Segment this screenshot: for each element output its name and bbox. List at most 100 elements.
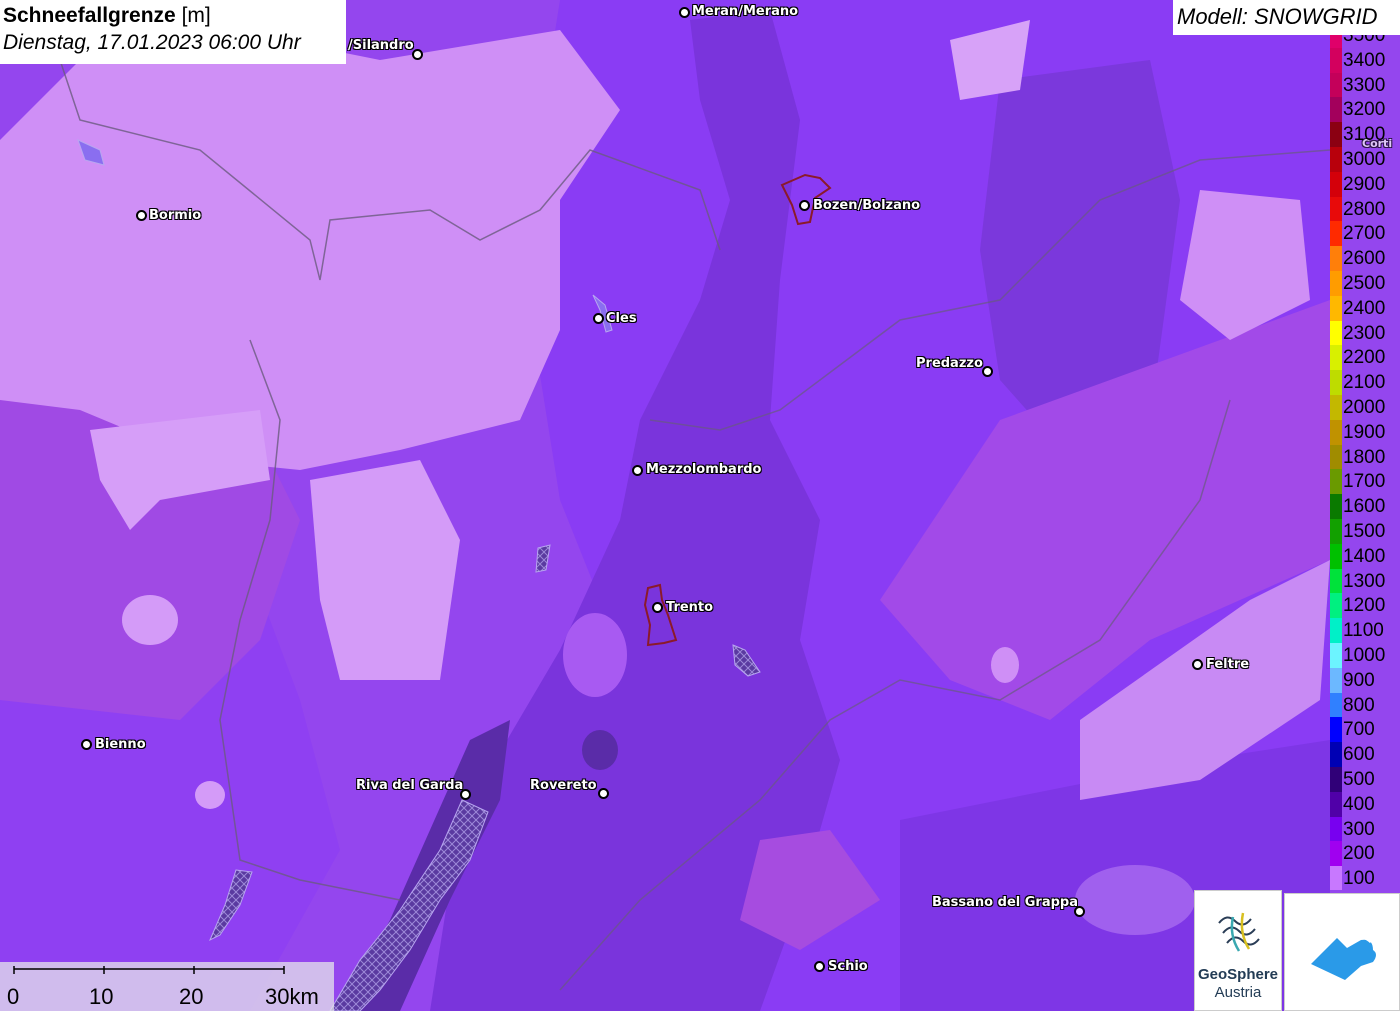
- legend-entry: 2900: [1328, 171, 1400, 197]
- legend-entry: 2200: [1328, 345, 1400, 371]
- legend-label: 2900: [1343, 173, 1386, 195]
- city-label-schio[interactable]: Schio: [828, 960, 868, 974]
- legend-label: 100: [1343, 868, 1375, 890]
- legend-label: 2100: [1343, 372, 1386, 394]
- legend-swatch: [1330, 543, 1342, 569]
- legend-entry: 3500: [1328, 35, 1400, 48]
- legend-entry: 3000: [1328, 147, 1400, 172]
- legend-swatch: [1330, 171, 1342, 197]
- legend-entry: 700: [1328, 717, 1400, 743]
- legend-entry: 1800: [1328, 444, 1400, 470]
- legend-label: 3500: [1343, 35, 1386, 46]
- legend-entry: 1700: [1328, 469, 1400, 495]
- zone-100-northwest: [0, 30, 620, 470]
- legend-label: 700: [1343, 719, 1375, 741]
- legend-entry: 200: [1328, 841, 1400, 867]
- city-label-feltre[interactable]: Feltre: [1206, 658, 1249, 672]
- zone-100-south-a: [122, 595, 178, 645]
- zone-100-south-b: [195, 781, 225, 809]
- legend-swatch: [1330, 667, 1342, 693]
- legend-entry: 2400: [1328, 295, 1400, 321]
- legend-label: 2000: [1343, 397, 1386, 418]
- model-label: Modell: SNOWGRID: [1173, 0, 1400, 35]
- city-label-bienno[interactable]: Bienno: [95, 738, 146, 752]
- geosphere-logo[interactable]: GeoSphere Austria: [1194, 890, 1282, 1011]
- legend-label: 3000: [1343, 149, 1386, 170]
- city-dot-schio[interactable]: [814, 961, 825, 972]
- city-dot-silandro[interactable]: [412, 49, 423, 60]
- city-dot-predazzo[interactable]: [982, 366, 993, 377]
- legend-swatch: [1330, 72, 1342, 98]
- legend-entry: 2100: [1328, 370, 1400, 395]
- legend-swatch: [1330, 692, 1342, 718]
- legend-entry: 1000: [1328, 643, 1400, 668]
- legend-entry: 900: [1328, 667, 1400, 693]
- legend-swatch: [1330, 643, 1342, 668]
- legend-swatch: [1330, 568, 1342, 594]
- legend-entry: 2800: [1328, 196, 1400, 222]
- city-label-trento[interactable]: Trento: [666, 601, 713, 615]
- legend-entry: 2600: [1328, 246, 1400, 271]
- legend-swatch: [1330, 122, 1342, 147]
- city-label-bormio[interactable]: Bormio: [149, 209, 201, 223]
- legend-swatch: [1330, 519, 1342, 544]
- geosphere-logo-line1: GeoSphere: [1197, 966, 1279, 983]
- legend-swatch: [1330, 147, 1342, 172]
- city-dot-feltre[interactable]: [1192, 659, 1203, 670]
- app-logo[interactable]: [1284, 893, 1400, 1011]
- legend-label: 2500: [1343, 273, 1386, 294]
- legend-swatch: [1330, 866, 1342, 890]
- city-label-bassano[interactable]: Bassano del Grappa: [932, 896, 1078, 910]
- legend-label: 1500: [1343, 521, 1386, 542]
- city-dot-rovereto[interactable]: [598, 788, 609, 799]
- legend-label: 3400: [1343, 49, 1386, 71]
- zone-100-south-d: [991, 647, 1019, 683]
- datetime-label: Dienstag, 17.01.2023 06:00 Uhr: [3, 31, 301, 54]
- city-dot-riva[interactable]: [460, 789, 471, 800]
- legend-label: 900: [1343, 669, 1375, 691]
- legend-swatch: [1330, 246, 1342, 271]
- city-label-predazzo[interactable]: Predazzo: [916, 357, 983, 371]
- legend-label: 1600: [1343, 496, 1386, 518]
- legend-entry: 2000: [1328, 395, 1400, 420]
- zone-100-south-c: [563, 613, 627, 697]
- city-dot-cles[interactable]: [593, 313, 604, 324]
- city-label-bolzano[interactable]: Bozen/Bolzano: [813, 199, 920, 213]
- legend-label: 3300: [1343, 74, 1386, 96]
- scale-label-30km: 30km: [265, 984, 319, 1009]
- city-dot-trento[interactable]: [652, 602, 663, 613]
- city-dot-mezzolombardo[interactable]: [632, 465, 643, 476]
- cloud-arrow-icon: [1311, 936, 1376, 980]
- city-dot-bolzano[interactable]: [799, 200, 810, 211]
- city-label-riva[interactable]: Riva del Garda: [356, 779, 463, 793]
- city-label-mezzolombardo[interactable]: Mezzolombardo: [646, 463, 761, 477]
- legend-label: 3100: [1343, 124, 1386, 146]
- city-dot-bormio[interactable]: [136, 210, 147, 221]
- snowfall-limit-map[interactable]: [0, 0, 1400, 1011]
- legend-swatch: [1330, 841, 1342, 867]
- city-label-cles[interactable]: Cles: [606, 312, 637, 326]
- city-dot-meran[interactable]: [679, 7, 690, 18]
- unit-label: [m]: [181, 4, 211, 27]
- legend-entry: 1600: [1328, 494, 1400, 519]
- legend-label: 1000: [1343, 645, 1386, 666]
- scale-label-0: 0: [7, 984, 20, 1009]
- city-dot-bassano[interactable]: [1074, 906, 1085, 917]
- parameter-title: Schneefallgrenze: [3, 4, 176, 27]
- legend-label: 1900: [1343, 421, 1386, 443]
- geosphere-logo-line2: Austria: [1214, 984, 1262, 1001]
- city-label-rovereto[interactable]: Rovereto: [530, 779, 597, 793]
- legend-swatch: [1330, 593, 1342, 619]
- legend-swatch: [1330, 370, 1342, 395]
- geosphere-logo-mark: [1218, 912, 1260, 952]
- legend-label: 1200: [1343, 595, 1386, 617]
- legend-entry: 1300: [1328, 568, 1400, 594]
- legend-entry: 400: [1328, 791, 1400, 817]
- legend-swatch: [1330, 47, 1342, 73]
- city-dot-bienno[interactable]: [81, 739, 92, 750]
- legend-swatch: [1330, 271, 1342, 296]
- legend-label: 300: [1343, 818, 1375, 840]
- city-label-meran[interactable]: Meran/Merano: [692, 5, 798, 19]
- city-label-silandro[interactable]: /Silandro: [348, 39, 414, 53]
- legend-entry: 3400: [1328, 47, 1400, 73]
